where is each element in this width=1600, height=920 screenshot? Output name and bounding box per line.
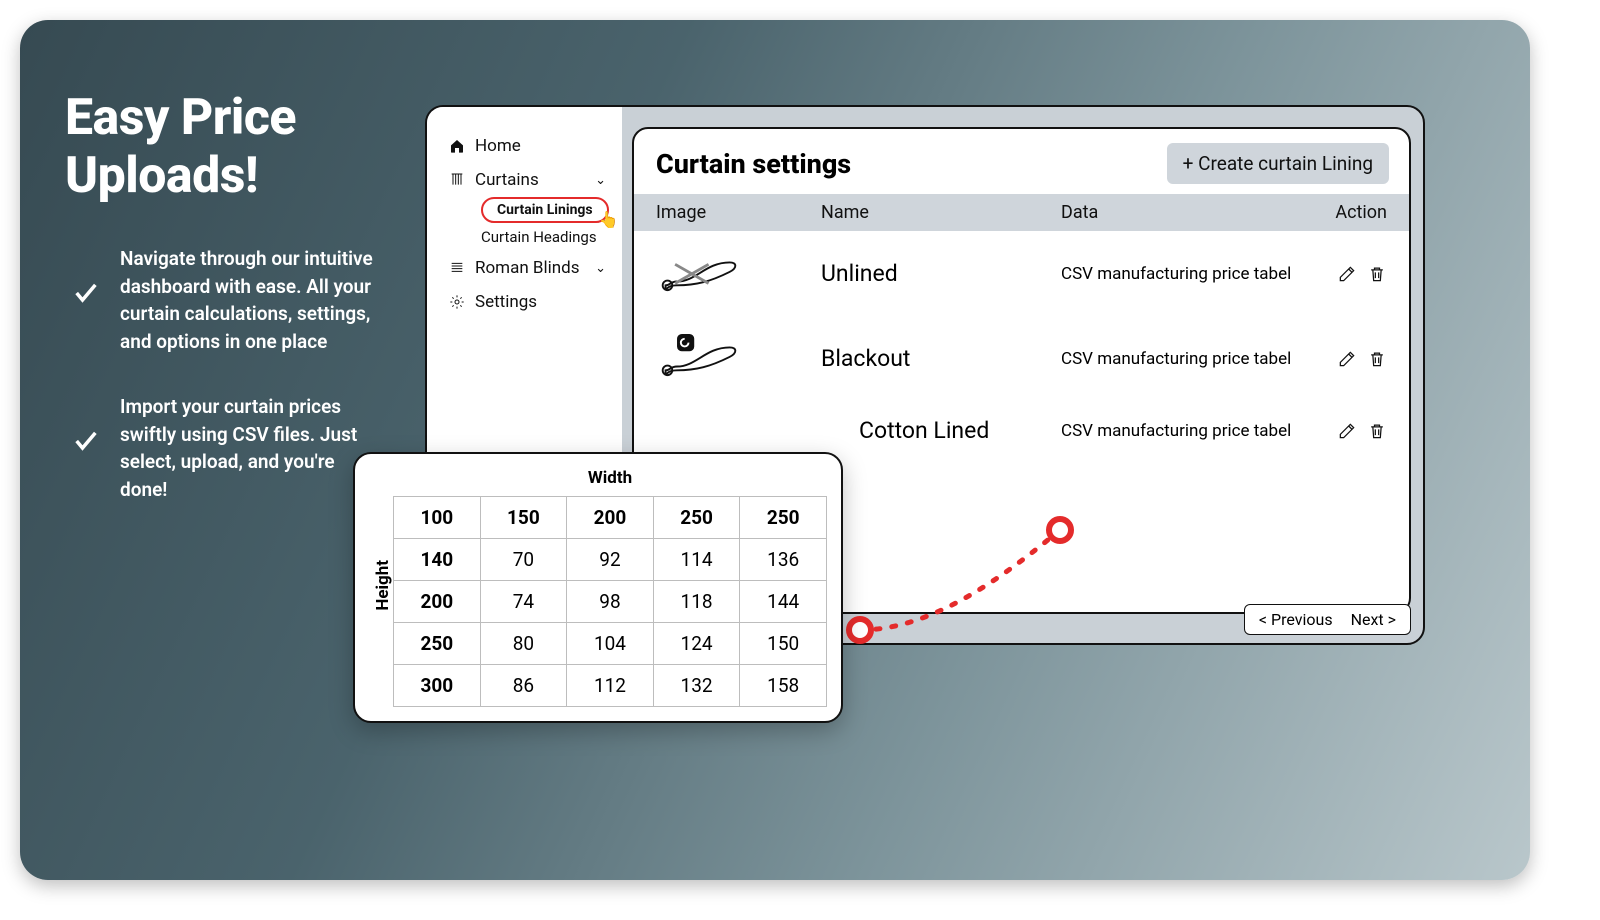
marketing-stage: Easy Price Uploads! Navigate through our…: [20, 20, 1530, 880]
col-action: Action: [1317, 202, 1387, 223]
sidebar-item-label: Curtains: [475, 170, 539, 190]
price-table: 100 150 200 250 250 140 70 92 114 136: [393, 496, 827, 707]
gear-icon: [449, 294, 465, 310]
grid-cell: 144: [740, 581, 827, 623]
grid-cell: 132: [653, 665, 740, 707]
grid-cell: 70: [480, 539, 567, 581]
promo-bullet: Navigate through our intuitive dashboard…: [120, 245, 385, 355]
row-data: CSV manufacturing price tabel: [1061, 421, 1317, 441]
trash-icon[interactable]: [1367, 264, 1387, 284]
sidebar-item-label: Curtain Headings: [481, 228, 597, 246]
promo-block: Easy Price Uploads! Navigate through our…: [65, 90, 385, 541]
sidebar-item-label: Settings: [475, 292, 537, 312]
row-name: Unlined: [821, 260, 1061, 287]
sidebar-item-home[interactable]: Home: [445, 129, 610, 163]
prev-button[interactable]: < Previous: [1259, 610, 1333, 629]
page-title: Curtain settings: [656, 148, 851, 180]
col-data: Data: [1061, 202, 1317, 223]
check-icon: [72, 427, 100, 455]
grid-cell: 200: [567, 497, 654, 539]
row-name: Blackout: [821, 345, 1061, 372]
create-lining-button[interactable]: + Create curtain Lining: [1167, 143, 1389, 184]
sidebar-item-curtain-linings[interactable]: Curtain Linings 👆: [481, 197, 609, 223]
edit-icon[interactable]: [1337, 349, 1357, 369]
grid-cell: 112: [567, 665, 654, 707]
sidebar-item-curtain-headings[interactable]: Curtain Headings: [481, 223, 610, 251]
grid-cell: 300: [394, 665, 481, 707]
grid-cell: 150: [740, 623, 827, 665]
row-data: CSV manufacturing price tabel: [1061, 349, 1317, 369]
grid-cell: 92: [567, 539, 654, 581]
grid-cell: 158: [740, 665, 827, 707]
grid-height-label: Height: [369, 560, 393, 611]
sidebar-item-label: Roman Blinds: [475, 258, 580, 278]
col-image: Image: [656, 202, 821, 223]
promo-bullet: Import your curtain prices swiftly using…: [120, 393, 385, 503]
table-row: Blackout CSV manufacturing price tabel: [634, 316, 1409, 401]
sidebar-item-roman-blinds[interactable]: Roman Blinds ⌄: [445, 251, 610, 285]
grid-cell: 250: [653, 497, 740, 539]
grid-width-label: Width: [393, 464, 827, 496]
fabric-blackout-icon: [656, 332, 742, 380]
next-button[interactable]: Next >: [1351, 610, 1396, 629]
promo-bullet-text: Navigate through our intuitive dashboard…: [120, 247, 373, 353]
edit-icon[interactable]: [1337, 421, 1357, 441]
fabric-unlined-icon: [656, 247, 742, 295]
grid-cell: 136: [740, 539, 827, 581]
sidebar-item-label: Curtain Linings: [497, 202, 593, 218]
grid-cell: 100: [394, 497, 481, 539]
grid-cell: 104: [567, 623, 654, 665]
row-data: CSV manufacturing price tabel: [1061, 264, 1317, 284]
grid-cell: 74: [480, 581, 567, 623]
sidebar-item-settings[interactable]: Settings: [445, 285, 610, 319]
trash-icon[interactable]: [1367, 421, 1387, 441]
blinds-icon: [449, 260, 465, 276]
sidebar-item-label: Home: [475, 136, 521, 156]
home-icon: [449, 138, 465, 154]
curtain-icon: [449, 172, 465, 188]
trash-icon[interactable]: [1367, 349, 1387, 369]
col-name: Name: [821, 202, 1061, 223]
grid-cell: 118: [653, 581, 740, 623]
check-icon: [72, 279, 100, 307]
price-grid-popup: Height Width 100 150 200 250 250 140 70 …: [353, 452, 843, 723]
chevron-down-icon: ⌄: [595, 173, 606, 188]
sidebar-item-curtains[interactable]: Curtains ⌄: [445, 163, 610, 197]
grid-cell: 140: [394, 539, 481, 581]
edit-icon[interactable]: [1337, 264, 1357, 284]
chevron-down-icon: ⌄: [595, 261, 606, 276]
grid-cell: 250: [394, 623, 481, 665]
grid-cell: 98: [567, 581, 654, 623]
table-row: Unlined CSV manufacturing price tabel: [634, 231, 1409, 316]
grid-cell: 80: [480, 623, 567, 665]
pagination: < Previous Next >: [1244, 604, 1411, 635]
grid-cell: 114: [653, 539, 740, 581]
promo-headline: Easy Price Uploads!: [65, 90, 385, 205]
row-name: Cotton Lined: [821, 417, 1061, 444]
grid-cell: 150: [480, 497, 567, 539]
grid-cell: 124: [653, 623, 740, 665]
grid-cell: 250: [740, 497, 827, 539]
promo-bullet-text: Import your curtain prices swiftly using…: [120, 395, 357, 501]
grid-cell: 200: [394, 581, 481, 623]
grid-cell: 86: [480, 665, 567, 707]
pointer-icon: 👆: [599, 210, 619, 229]
table-header: Image Name Data Action: [634, 194, 1409, 231]
